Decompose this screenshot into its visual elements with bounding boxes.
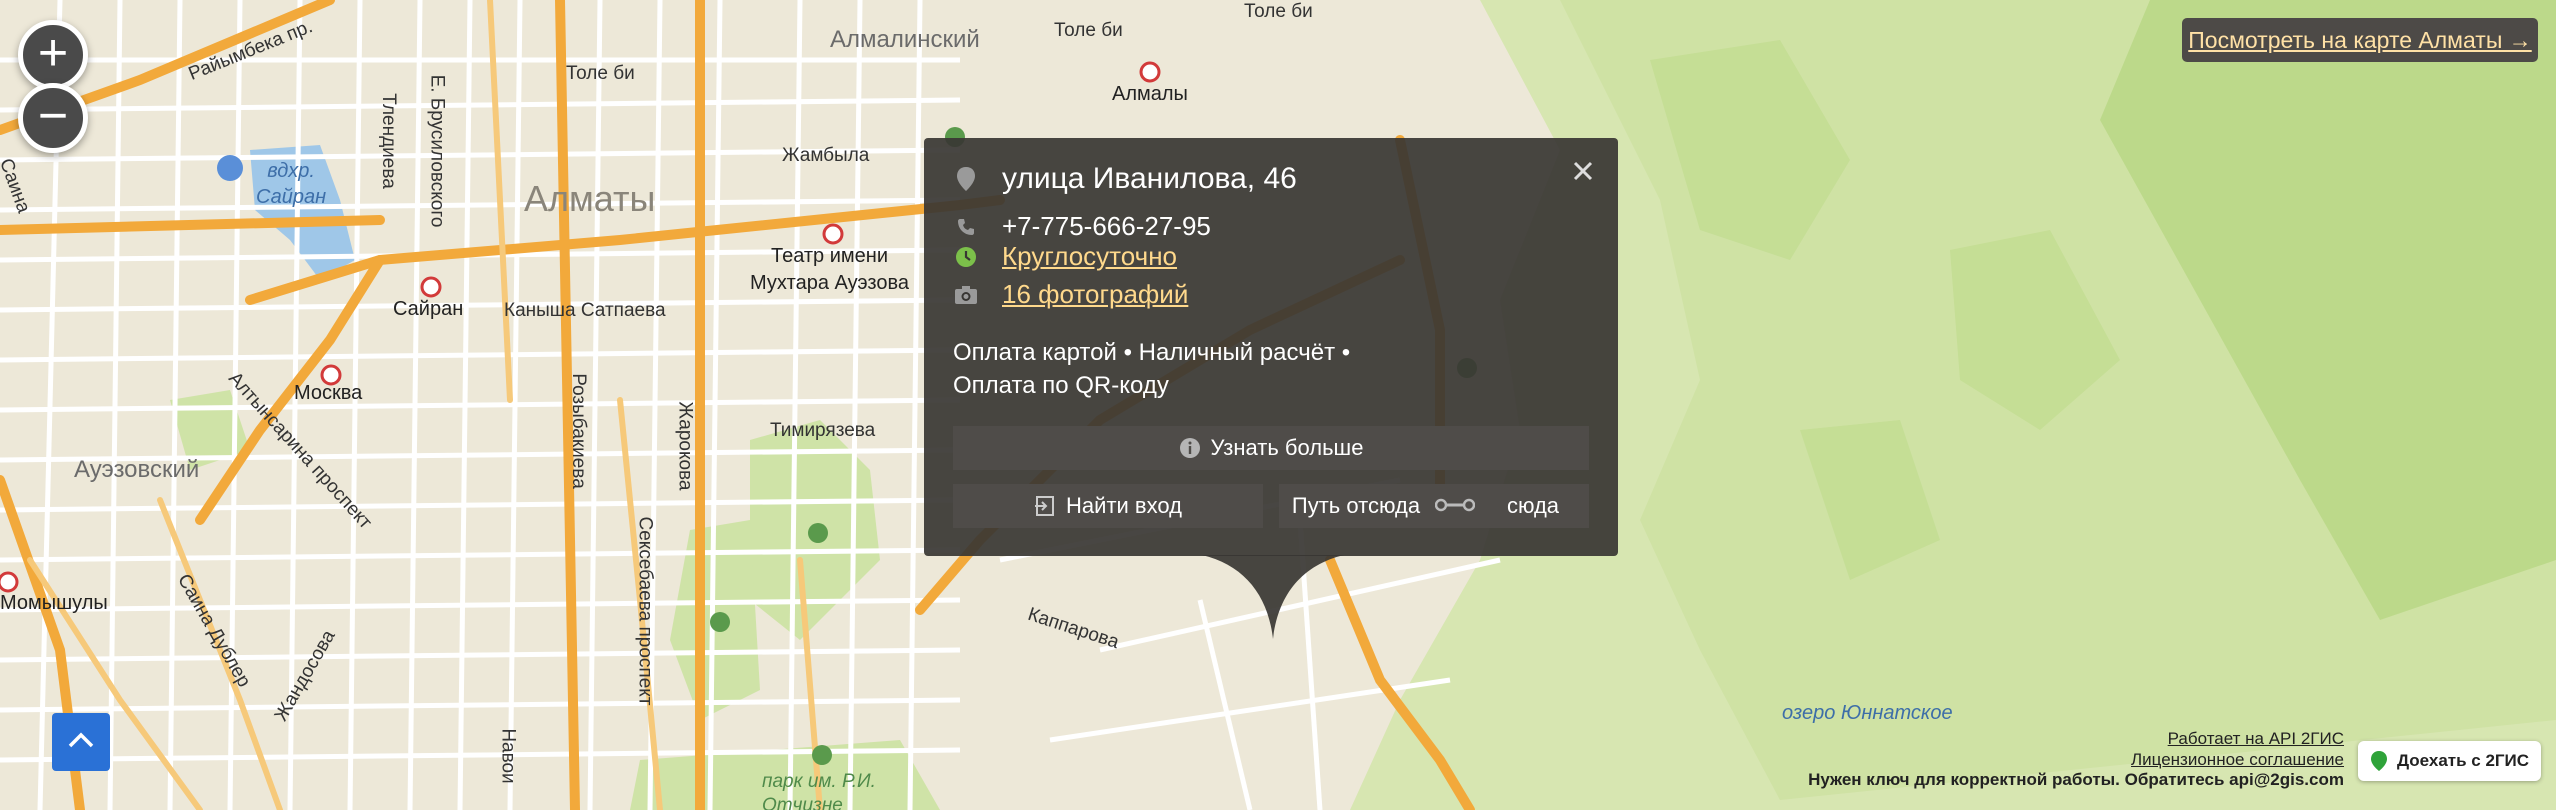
street-label: Е. Брусиловского — [426, 74, 448, 228]
park-label: парк им. Р.И. Отчизне — [762, 771, 876, 810]
street-label: Толе би — [566, 63, 635, 84]
district-label-almalinsky: Алмалинский — [830, 26, 980, 53]
plus-icon: + — [37, 24, 69, 82]
street-label: Сексебаева проспект — [634, 516, 656, 706]
clock-icon — [954, 245, 978, 269]
place-title: улица Иванилова, 46 — [1002, 162, 1297, 195]
api-2gis-link[interactable]: Работает на API 2ГИС — [2131, 728, 2344, 749]
metro-label-moskva: Москва — [294, 382, 363, 404]
street-label: Жамбыла — [782, 145, 870, 166]
metro-label-momyshuly: Момышулы — [0, 592, 108, 614]
learn-more-button[interactable]: Узнать больше — [953, 426, 1589, 470]
street-label: Толе би — [1054, 20, 1123, 41]
photos-row: 16 фотографий — [954, 279, 1188, 310]
entrance-icon — [1034, 495, 1056, 517]
phone-icon — [954, 215, 978, 239]
view-on-map-box: Посмотреть на карте Алматы → — [2182, 18, 2538, 62]
district-label-almaty: Алматы — [524, 178, 656, 219]
popup-pointer — [1202, 555, 1344, 639]
view-on-map-link[interactable]: Посмотреть на карте Алматы → — [2188, 27, 2531, 54]
learn-more-label: Узнать больше — [1210, 435, 1364, 460]
place-popup: улица Иванилова, 46 +7-775-666-27-95 Кру… — [924, 138, 1618, 556]
zoom-in-button[interactable]: + — [18, 20, 88, 90]
street-label: Толе би — [1244, 1, 1313, 22]
phone-number[interactable]: +7-775-666-27-95 — [1002, 211, 1211, 242]
photos-link[interactable]: 16 фотографий — [1002, 279, 1188, 310]
scroll-top-button[interactable] — [52, 713, 110, 771]
find-entrance-button[interactable]: Найти вход — [953, 484, 1263, 528]
water-label-yunnatskoe: озеро Юннатское — [1782, 702, 1953, 724]
street-label: Тимирязева — [770, 420, 876, 441]
find-entrance-label: Найти вход — [1066, 493, 1182, 518]
minus-icon: − — [37, 87, 69, 145]
street-label: Тлендиева — [377, 93, 399, 189]
water-label-sairan: вдхр. Сайран — [256, 160, 327, 208]
street-label: Розыбакиева — [567, 373, 589, 489]
info-icon — [1179, 437, 1201, 459]
street-label: Жарокова — [674, 401, 696, 491]
go-with-2gis-button[interactable]: Доехать с 2ГИС — [2358, 741, 2541, 781]
hours-row: Круглосуточно — [954, 241, 1177, 272]
api-key-note: Нужен ключ для корректной работы. Обрати… — [1808, 770, 2344, 789]
route-icon — [1434, 493, 1476, 519]
route-to-label: сюда — [1506, 493, 1560, 518]
route-icon-cell — [1433, 484, 1477, 528]
zoom-out-button[interactable]: − — [18, 83, 88, 153]
metro-label-almaly: Алмалы — [1112, 83, 1188, 105]
route-from-label: Путь отсюда — [1291, 493, 1421, 518]
phone-row: +7-775-666-27-95 — [954, 211, 1211, 242]
place-title-row: улица Иванилова, 46 — [954, 162, 1297, 196]
go-with-2gis-label: Доехать с 2ГИС — [2396, 751, 2530, 770]
district-label-auezovsky: Ауэзовский — [74, 456, 200, 483]
close-icon[interactable] — [1568, 156, 1598, 186]
camera-icon — [954, 283, 978, 307]
street-label: Навои — [497, 728, 519, 784]
license-link[interactable]: Лицензионное соглашение — [2131, 749, 2344, 770]
metro-label-sairan: Сайран — [393, 298, 464, 320]
pin-icon — [954, 167, 978, 191]
chevron-up-icon — [66, 730, 96, 755]
2gis-pin-icon — [2370, 751, 2387, 771]
metro-label-theatre: Театр имени Мухтара Ауэзова — [750, 245, 909, 294]
route-from-button[interactable]: Путь отсюда — [1279, 484, 1433, 528]
street-label: Каныша Сатпаева — [504, 300, 666, 321]
attribution-links: Работает на API 2ГИС Лицензионное соглаш… — [2131, 728, 2344, 770]
route-to-button[interactable]: сюда — [1477, 484, 1589, 528]
payment-methods: Оплата картой • Наличный расчёт • Оплата… — [953, 339, 1351, 399]
hours-link[interactable]: Круглосуточно — [1002, 241, 1177, 272]
